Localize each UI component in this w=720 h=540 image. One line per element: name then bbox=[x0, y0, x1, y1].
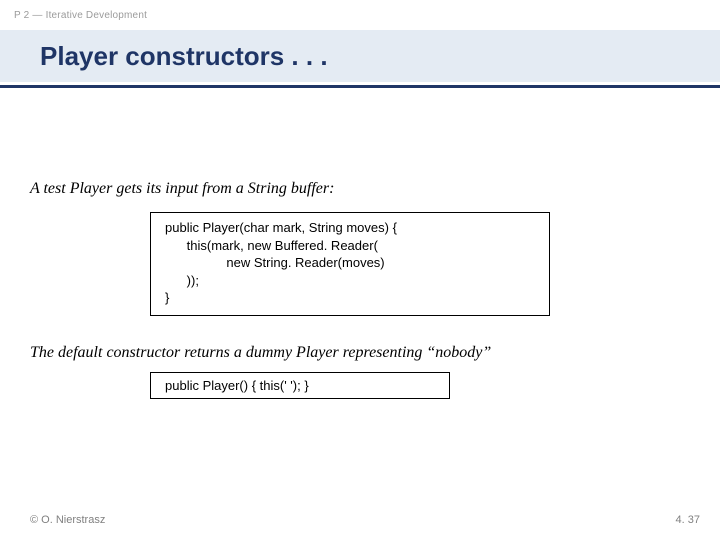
slide-topic: P 2 — Iterative Development bbox=[14, 10, 147, 21]
footer-copyright: © O. Nierstrasz bbox=[30, 514, 105, 526]
lead-text-2: The default constructor returns a dummy … bbox=[30, 344, 690, 362]
slide-body: A test Player gets its input from a Stri… bbox=[30, 180, 690, 399]
footer-page-number: 4. 37 bbox=[676, 514, 700, 526]
slide: P 2 — Iterative Development Player const… bbox=[0, 0, 720, 540]
code-block-1: public Player(char mark, String moves) {… bbox=[150, 212, 550, 316]
title-band: Player constructors . . . bbox=[0, 30, 720, 82]
lead-text-1: A test Player gets its input from a Stri… bbox=[30, 180, 690, 198]
title-rule bbox=[0, 85, 720, 88]
code-block-2: public Player() { this(' '); } bbox=[150, 372, 450, 400]
slide-title: Player constructors . . . bbox=[0, 41, 328, 72]
